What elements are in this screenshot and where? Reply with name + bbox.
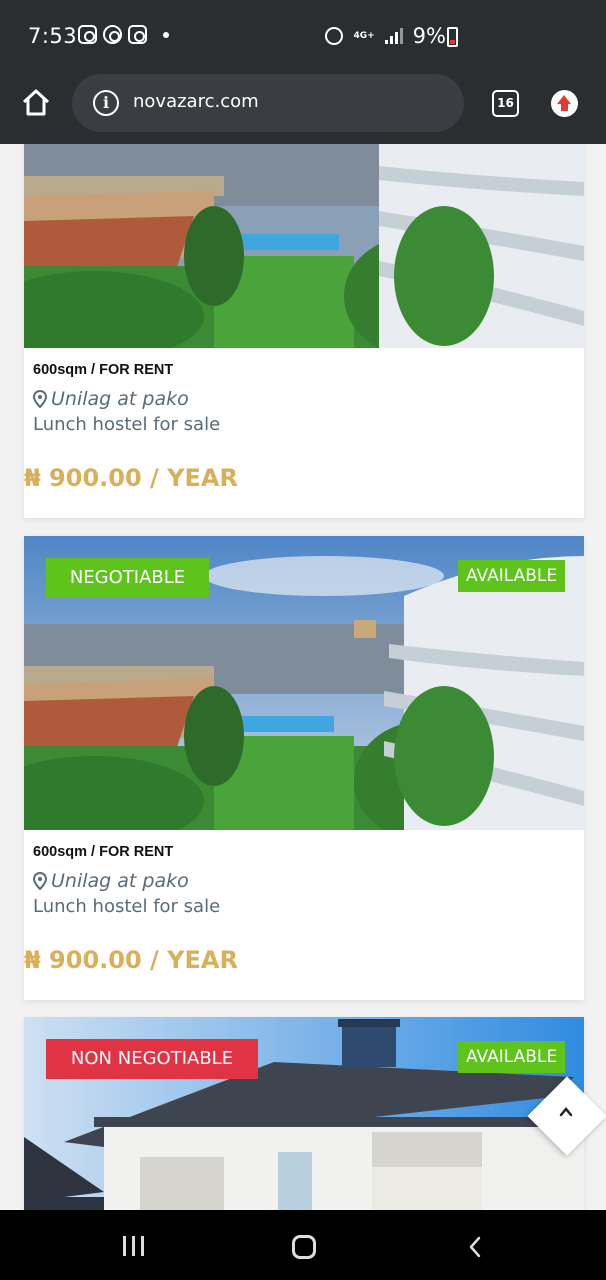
tabs-icon[interactable]: 16 bbox=[492, 90, 519, 117]
location-pin-icon bbox=[33, 390, 47, 408]
instagram-icon bbox=[78, 25, 97, 44]
url-text[interactable]: novazarc.com bbox=[133, 91, 259, 112]
listing-photo[interactable]: NON NEGOTIABLE AVAILABLE bbox=[24, 1017, 584, 1210]
browser-toolbar: i novazarc.com 16 bbox=[0, 72, 606, 144]
battery-level: 9% bbox=[412, 24, 446, 48]
availability-badge: AVAILABLE bbox=[458, 560, 566, 592]
location-pin-icon bbox=[33, 872, 47, 890]
listing-location: Unilag at pako bbox=[33, 870, 220, 892]
listing-details: 600sqm / FOR RENT Unilag at pako Lunch h… bbox=[33, 844, 220, 917]
network-type: 4G+ bbox=[353, 30, 375, 41]
address-bar[interactable]: i novazarc.com bbox=[72, 74, 464, 132]
system-icons: 4G+ 9% bbox=[325, 24, 446, 48]
negotiable-badge: NEGOTIABLE bbox=[46, 558, 209, 598]
listing-size-type: 600sqm / FOR RENT bbox=[33, 844, 174, 860]
battery-icon bbox=[447, 27, 458, 47]
notification-icons bbox=[78, 25, 169, 44]
listing-photo[interactable] bbox=[24, 144, 584, 348]
listing-card[interactable]: NEGOTIABLE AVAILABLE 600sqm / FOR RENT U… bbox=[24, 536, 584, 1000]
listing-location-text: Unilag at pako bbox=[51, 388, 189, 410]
availability-badge: AVAILABLE bbox=[458, 1041, 566, 1073]
listing-size-type: 600sqm / FOR RENT bbox=[33, 362, 174, 378]
listing-card[interactable]: NON NEGOTIABLE AVAILABLE bbox=[24, 1017, 584, 1210]
status-bar: 7:53 4G+ 9% bbox=[0, 0, 606, 72]
system-nav-bar bbox=[0, 1210, 606, 1280]
info-icon[interactable]: i bbox=[93, 90, 119, 116]
more-notifications-icon bbox=[163, 31, 169, 38]
listing-location-text: Unilag at pako bbox=[51, 870, 189, 892]
signal-icon bbox=[384, 28, 403, 44]
chevron-up-icon[interactable] bbox=[558, 1104, 574, 1120]
listing-description: Lunch hostel for sale bbox=[33, 896, 221, 917]
home-icon[interactable] bbox=[20, 86, 52, 118]
listing-card[interactable]: 600sqm / FOR RENT Unilag at pako Lunch h… bbox=[24, 144, 584, 518]
instagram-icon bbox=[128, 25, 147, 44]
listing-description: Lunch hostel for sale bbox=[33, 414, 221, 435]
non-negotiable-badge: NON NEGOTIABLE bbox=[46, 1039, 258, 1079]
listing-price: ₦ 900.00 / YEAR bbox=[24, 946, 238, 974]
update-icon[interactable] bbox=[551, 90, 578, 117]
back-icon[interactable] bbox=[466, 1235, 484, 1259]
listing-details: 600sqm / FOR RENT Unilag at pako Lunch h… bbox=[33, 362, 220, 435]
status-time: 7:53 bbox=[28, 24, 78, 48]
listing-photo[interactable]: NEGOTIABLE AVAILABLE bbox=[24, 536, 584, 830]
listing-location: Unilag at pako bbox=[33, 388, 220, 410]
home-nav-icon[interactable] bbox=[292, 1235, 316, 1259]
listing-price: ₦ 900.00 / YEAR bbox=[24, 464, 238, 492]
recent-apps-icon[interactable] bbox=[123, 1236, 144, 1256]
alarm-icon bbox=[325, 27, 344, 45]
threads-icon bbox=[103, 25, 122, 44]
listings-page[interactable]: 600sqm / FOR RENT Unilag at pako Lunch h… bbox=[0, 144, 606, 1210]
